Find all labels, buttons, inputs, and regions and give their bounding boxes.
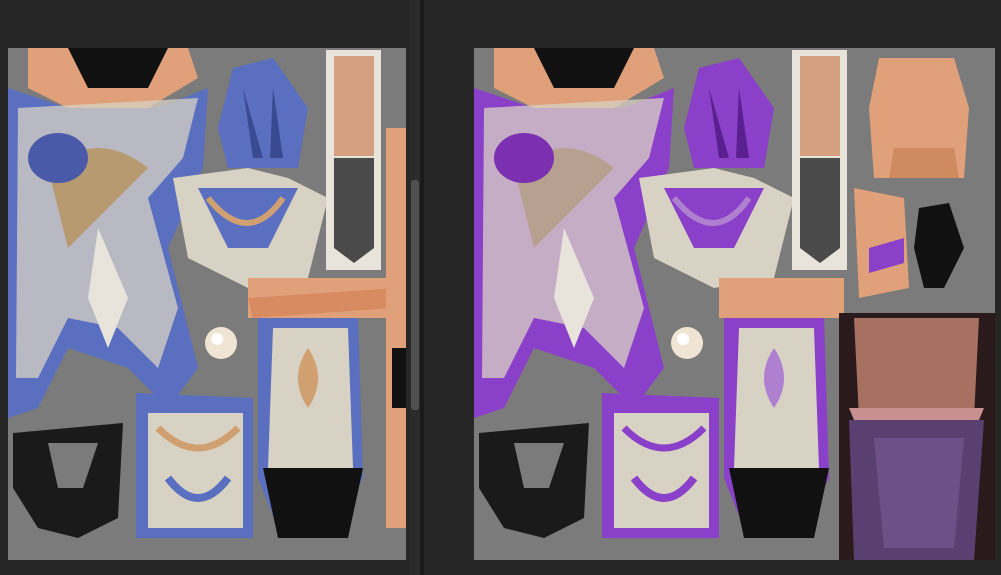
left-image-pane — [0, 0, 420, 575]
right-image-pane — [424, 0, 1001, 575]
scrollbar-thumb[interactable] — [411, 180, 419, 410]
vertical-scrollbar[interactable] — [410, 0, 420, 575]
purple-armor-texture-image — [474, 48, 995, 560]
blue-armor-texture-image — [8, 48, 406, 560]
left-texture-canvas[interactable] — [8, 48, 406, 560]
right-texture-canvas[interactable] — [474, 48, 995, 560]
